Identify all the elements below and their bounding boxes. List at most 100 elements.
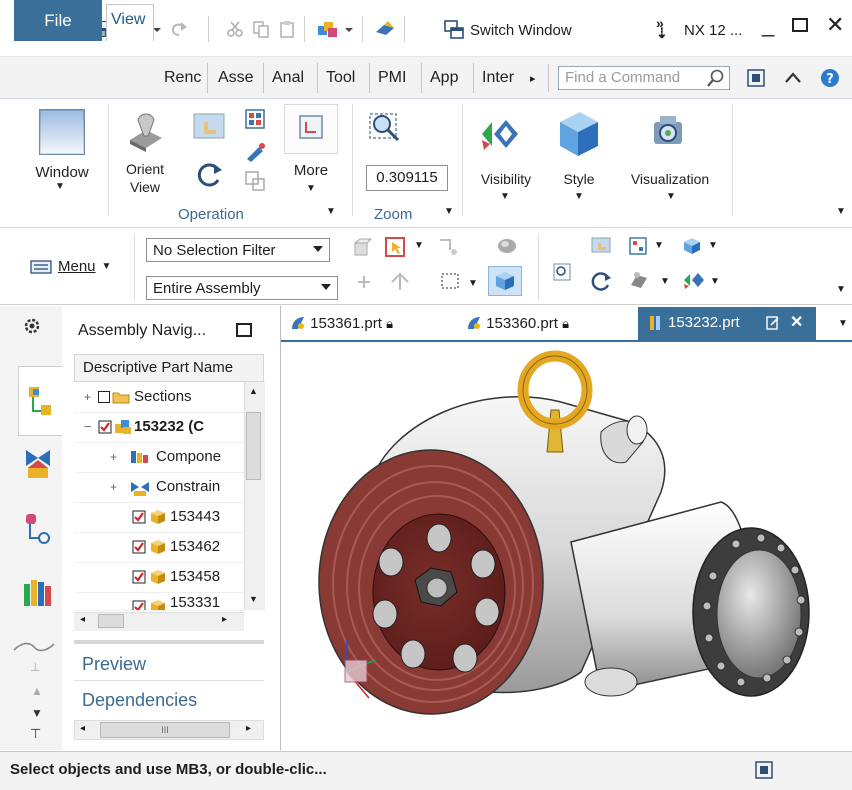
scroll-up-icon[interactable]: ▲ [249,386,258,396]
scroll-right-icon[interactable]: ▸ [222,614,227,625]
tab-assemblies[interactable]: Asse [214,63,264,93]
snap-view-icon[interactable] [244,142,266,162]
fit-view-icon[interactable] [244,108,266,130]
scroll-right-icon[interactable]: ▸ [246,723,251,734]
select-feature-icon[interactable] [352,238,372,258]
selection-filter-dropdown[interactable]: No Selection Filter [146,238,330,262]
doc-tab-153232-active[interactable]: 153232.prt ✕ [638,307,816,340]
fit-small-dropdown-icon[interactable]: ▼ [654,240,664,251]
zoom-fit-icon[interactable] [552,262,572,282]
zoom-window-icon[interactable] [368,110,402,144]
navigator-vertical-scroll-thumb[interactable] [246,412,261,480]
scroll-left-icon[interactable]: ◂ [80,723,85,734]
tab-pmi[interactable]: PMI [374,63,422,93]
scroll-left-icon[interactable]: ◂ [80,614,85,625]
visibility-small-icon[interactable] [682,270,704,290]
switch-window-button[interactable]: Switch Window [444,20,572,40]
style-small-dropdown-icon[interactable]: ▼ [708,240,718,251]
graphics-viewport[interactable] [281,342,852,750]
checkbox-icon[interactable] [98,391,110,403]
zoom-scale-input[interactable]: 0.309115 [366,165,448,191]
tree-row-components[interactable]: + Compone [74,442,244,473]
touch-mode-icon[interactable] [374,20,396,38]
close-icon[interactable]: ✕ [826,12,844,38]
style-dropdown-icon[interactable]: ▼ [574,188,584,206]
tab-file[interactable]: File [14,0,102,41]
select-by-name-icon[interactable] [436,236,462,258]
checkbox-checked-icon[interactable] [98,420,112,434]
tab-application[interactable]: App [426,63,474,93]
orient-view-icon[interactable] [122,110,166,152]
visibility-button-label[interactable]: Visibility [470,170,542,188]
style-icon[interactable] [556,110,602,158]
assembly-model-render[interactable] [281,342,852,750]
tree-row-part[interactable]: 153331 [74,592,244,611]
pan-icon[interactable] [192,110,228,142]
cut-icon[interactable] [226,20,244,38]
tree-row-part[interactable]: 153443 [74,502,244,533]
navigator-pin-icon[interactable] [236,323,252,337]
expand-icon[interactable]: + [110,472,117,502]
redo-icon[interactable] [170,20,188,38]
paste-icon[interactable] [278,20,296,38]
point-on-curve-icon[interactable] [388,270,412,294]
fit-small-icon[interactable] [628,236,648,256]
shaded-view-icon[interactable] [496,236,518,256]
snap-point-icon[interactable] [354,272,374,292]
checkbox-checked-icon[interactable] [132,600,146,611]
gear-icon[interactable] [22,316,42,336]
render-style-icon[interactable] [628,270,650,290]
visualization-dropdown-icon[interactable]: ▼ [666,188,676,206]
scroll-down-icon[interactable]: ▼ [31,706,43,720]
tree-row-part[interactable]: 153458 [74,562,244,593]
find-command-input[interactable]: Find a Command [558,66,730,90]
select-solid-toggle[interactable] [488,266,522,296]
minimize-icon[interactable]: _ [762,12,774,38]
selection-bar-more-icon[interactable]: ▼ [836,284,846,295]
visibility-small-dropdown-icon[interactable]: ▼ [710,276,720,287]
zoom-group-dropdown-icon[interactable]: ▼ [444,206,454,217]
ribbon-options-icon[interactable] [746,68,766,88]
assembly-dropdown-icon[interactable] [344,20,354,38]
reuse-library-icon[interactable] [22,576,54,608]
doc-tab-153360[interactable]: 153360.prt 🔒︎ [466,312,569,338]
more-button-label[interactable]: More [280,162,342,180]
tree-row-root-assembly[interactable]: − 153232 (C [74,412,244,443]
scroll-up-icon[interactable]: ▲ [31,684,43,698]
rectangle-selection-dropdown-icon[interactable]: ▼ [468,278,478,289]
menu-button[interactable]: Menu ▼ [30,258,111,275]
tree-row-sections[interactable]: + Sections [74,382,244,413]
history-icon[interactable] [12,640,56,654]
more-views-icon[interactable] [298,114,324,140]
panel-splitter[interactable] [74,640,264,644]
tree-row-constraints[interactable]: + Constrain [74,472,244,503]
render-style-dropdown-icon[interactable]: ▼ [660,276,670,287]
more-dropdown-icon[interactable]: ▼ [306,180,316,198]
style-button-label[interactable]: Style [556,170,602,188]
general-selection-dropdown-icon[interactable]: ▼ [414,240,424,251]
constraint-navigator-icon[interactable] [24,446,52,480]
ribbon-more-dropdown-icon[interactable]: ▼ [836,206,846,217]
dependencies-section[interactable]: Dependencies [82,690,197,711]
visualization-button-label[interactable]: Visualization [618,170,722,188]
tree-row-part[interactable]: 153462 [74,532,244,563]
assembly-icon[interactable] [316,20,340,38]
rectangle-selection-icon[interactable] [440,272,462,292]
more-tabs-arrow-icon[interactable]: ▸ [530,72,536,85]
rotate-small-icon[interactable] [590,270,612,292]
preview-section[interactable]: Preview [82,654,146,675]
expand-icon[interactable]: + [84,382,91,412]
window-icon[interactable] [38,108,86,156]
operation-group-dropdown-icon[interactable]: ▼ [326,206,336,217]
full-screen-icon[interactable] [754,760,774,780]
dependencies-scroll-thumb[interactable]: III [100,722,230,738]
close-tab-icon[interactable]: ✕ [790,312,803,332]
rotate-icon[interactable] [194,160,224,190]
selection-scope-dropdown[interactable]: Entire Assembly [146,276,338,300]
navigator-horizontal-scroll-thumb[interactable] [98,614,124,628]
visibility-dropdown-icon[interactable]: ▼ [500,188,510,206]
scroll-top-icon[interactable]: ⊥ [30,660,40,674]
help-icon[interactable]: ? [820,68,840,88]
search-icon[interactable] [706,68,726,88]
checkbox-checked-icon[interactable] [132,510,146,524]
